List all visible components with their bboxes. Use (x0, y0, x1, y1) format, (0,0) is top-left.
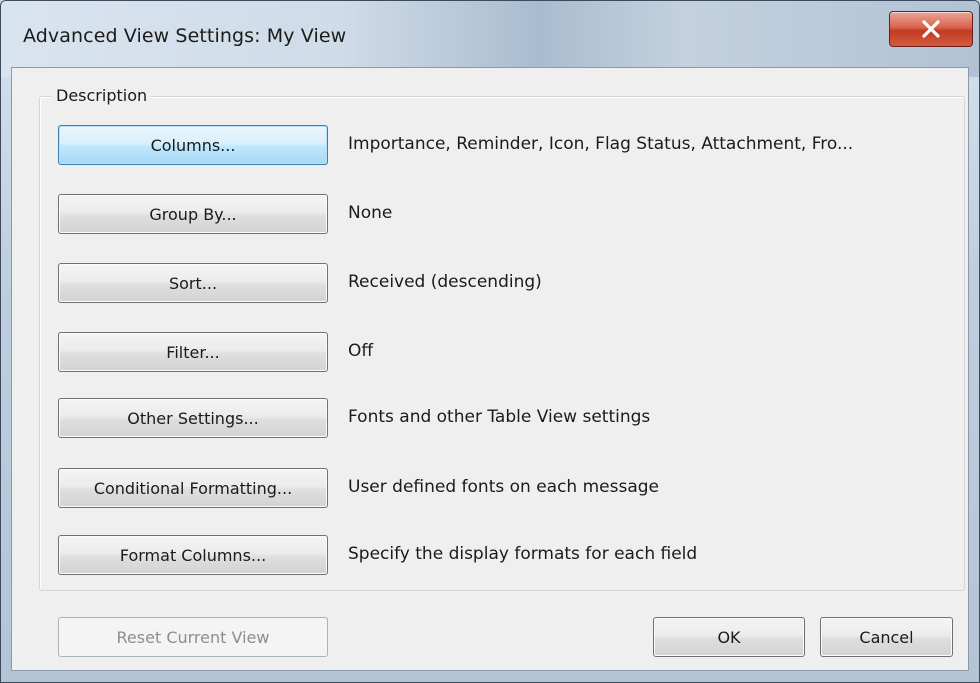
filter-button[interactable]: Filter... (58, 332, 328, 372)
title-bar[interactable]: Advanced View Settings: My View (1, 1, 979, 77)
format-columns-button[interactable]: Format Columns... (58, 535, 328, 575)
columns-description: Importance, Reminder, Icon, Flag Status,… (348, 134, 854, 154)
conditional-formatting-description: User defined fonts on each message (348, 477, 660, 497)
dialog-window: Advanced View Settings: My View Descript… (0, 0, 980, 683)
format-columns-description: Specify the display formats for each fie… (348, 544, 698, 564)
group-by-description: None (348, 203, 393, 223)
filter-description: Off (348, 341, 374, 361)
dialog-client-area: Description Columns... Importance, Remin… (11, 67, 969, 671)
reset-current-view-button[interactable]: Reset Current View (58, 617, 328, 657)
other-settings-button[interactable]: Other Settings... (58, 398, 328, 438)
ok-button[interactable]: OK (653, 617, 805, 657)
close-icon (922, 20, 940, 38)
sort-description: Received (descending) (348, 272, 542, 292)
other-settings-description: Fonts and other Table View settings (348, 407, 651, 427)
conditional-formatting-button[interactable]: Conditional Formatting... (58, 468, 328, 508)
sort-button[interactable]: Sort... (58, 263, 328, 303)
close-button[interactable] (889, 11, 973, 47)
columns-button[interactable]: Columns... (58, 125, 328, 165)
group-by-button[interactable]: Group By... (58, 194, 328, 234)
groupbox-label: Description (52, 86, 152, 105)
cancel-button[interactable]: Cancel (820, 617, 953, 657)
window-title: Advanced View Settings: My View (23, 25, 347, 47)
